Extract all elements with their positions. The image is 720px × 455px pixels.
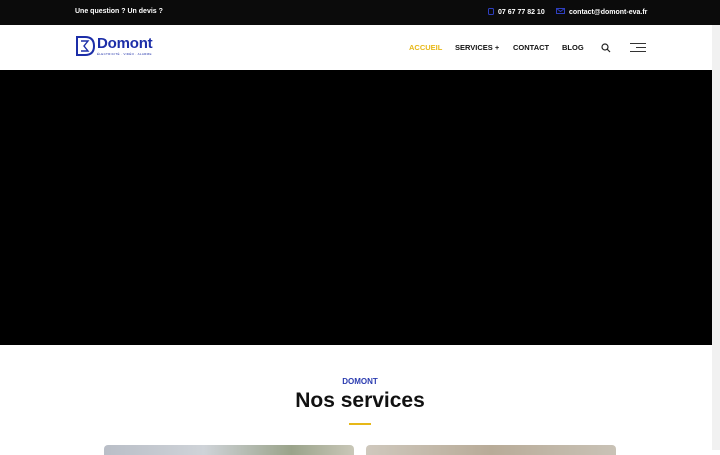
site-logo[interactable]: Domont ÉLECTRICITÉ · VIDÉO · ALARME (75, 36, 160, 60)
logo-tagline: ÉLECTRICITÉ · VIDÉO · ALARME (97, 52, 152, 56)
search-icon[interactable] (601, 43, 611, 53)
service-card-image[interactable] (104, 445, 354, 455)
mail-icon (556, 8, 565, 16)
nav-services[interactable]: SERVICES + (455, 43, 499, 52)
email-link[interactable]: contact@domont-eva.fr (556, 8, 647, 16)
top-bar: Une question ? Un devis ? 07 67 77 82 10… (0, 0, 720, 25)
hero-banner (0, 70, 712, 345)
service-card-image[interactable] (366, 445, 616, 455)
logo-mark-icon (76, 36, 95, 56)
menu-toggle-icon[interactable] (630, 43, 646, 53)
site-header: Domont ÉLECTRICITÉ · VIDÉO · ALARME ACCU… (0, 25, 712, 70)
scrollbar[interactable] (712, 25, 720, 450)
nav-contact[interactable]: CONTACT (513, 43, 549, 52)
quote-question-text: Une question ? Un devis ? (75, 8, 163, 15)
nav-blog[interactable]: BLOG (562, 43, 584, 52)
email-address: contact@domont-eva.fr (569, 8, 648, 16)
logo-wordmark: Domont (97, 35, 153, 52)
section-title: Nos services (295, 389, 425, 412)
section-underline (349, 423, 371, 425)
nav-accueil[interactable]: ACCUEIL (409, 43, 442, 52)
phone-icon (488, 8, 494, 17)
phone-number: 07 67 77 82 10 (498, 9, 545, 16)
phone-link[interactable]: 07 67 77 82 10 (488, 8, 545, 17)
section-kicker: DOMONT (342, 377, 378, 386)
